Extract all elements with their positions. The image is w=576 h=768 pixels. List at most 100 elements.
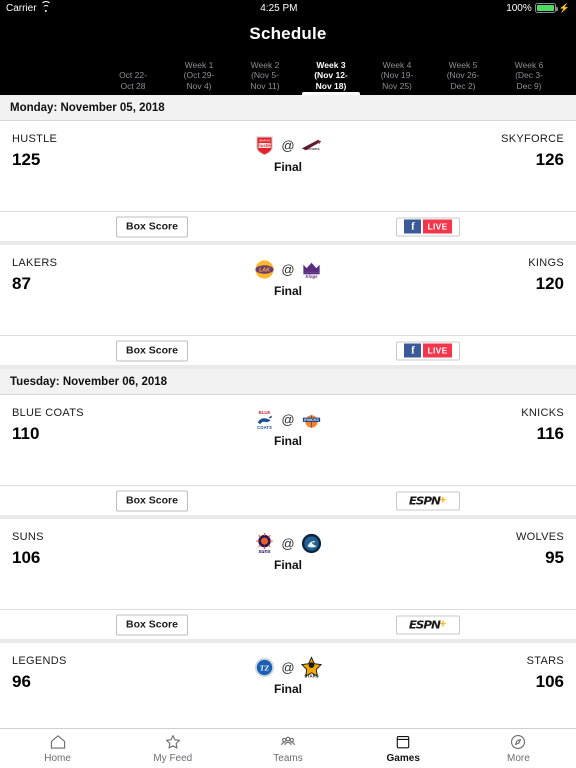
nav-bar: Schedule Oct 22- Oct 28 Week 1 (Oct 29- N… [0,16,576,95]
legends-logo: TZ [253,656,276,679]
game-status: Final [273,558,302,572]
matchup-logos: suns @ [253,531,322,555]
facebook-live-button[interactable]: f LIVE [396,341,460,360]
facebook-icon: f [404,343,422,358]
home-team-block: STARS 106 [414,655,564,692]
box-score-button[interactable]: Box Score [116,490,188,511]
game-status: Final [273,284,302,298]
home-team-block: KINGS 120 [414,257,564,294]
wolves-logo [300,532,323,555]
tab-teams[interactable]: Teams [230,729,345,768]
home-icon [49,733,67,751]
week-selector[interactable]: Oct 22- Oct 28 Week 1 (Oct 29- Nov 4) Week… [0,53,576,95]
game-card[interactable]: HUSTLE 125 hustle MEMPHIS @ SKYFORCE Final SKYF… [0,121,576,241]
svg-text:SKYFORCE: SKYFORCE [305,146,320,150]
game-card[interactable]: SUNS 106 suns @ Final WOLVES 95 Box Score ESPN + [0,519,576,639]
game-actions: Box Score ESPN + [0,609,576,639]
week-tab-6[interactable]: Week 5 (Nov 26- Dec 2) [430,60,496,96]
stars-logo: STARS [300,655,323,679]
game-status: Final [273,434,302,448]
home-team-score: 95 [545,548,564,567]
day-header: Monday: November 05, 2018 [0,95,576,121]
away-team-block: BLUE COATS 110 [12,407,162,444]
hustle-logo: hustle MEMPHIS [253,134,276,157]
tab-my-feed[interactable]: My Feed [115,729,230,768]
matchup-logos: LAK @ Kings [253,257,322,281]
game-status: Final [273,160,302,174]
kings-logo: Kings [300,258,323,281]
plus-icon: + [439,618,447,630]
week-tab-3[interactable]: Week 2 (Nov 5- Nov 11) [232,60,298,96]
game-summary: LEGENDS 96 TZ @ STARS Final STARS 106 [0,643,576,728]
suns-logo: suns [253,532,276,555]
week-tab-2[interactable]: Week 1 (Oct 29- Nov 4) [166,60,232,96]
away-team-block: SUNS 106 [12,531,162,568]
lightning-bolt-icon: ⚡ [558,2,570,13]
home-team-name: SKYFORCE [501,133,564,145]
week-tab-8[interactable]: Week 7 (Dec 10- Dec 16) [562,60,576,96]
live-badge: LIVE [423,219,452,234]
away-team-name: LAKERS [12,257,58,269]
facebook-live-button[interactable]: f LIVE [396,217,460,236]
home-team-score: 120 [535,274,564,293]
game-card[interactable]: BLUE COATS 110 BLUE COATS @ KNICKS Final KNICKS… [0,395,576,515]
tab-more[interactable]: More [461,729,576,768]
tab-label: Home [44,753,71,764]
away-team-score: 110 [12,424,40,443]
battery-full-icon [534,3,558,13]
box-score-button[interactable]: Box Score [116,216,188,237]
game-summary: BLUE COATS 110 BLUE COATS @ KNICKS Final KNICKS… [0,395,576,485]
tab-home[interactable]: Home [0,729,115,768]
svg-text:Kings: Kings [305,274,318,279]
game-summary: LAKERS 87 LAK @ Kings Final KINGS 120 [0,245,576,335]
svg-text:MEMPHIS: MEMPHIS [259,139,271,142]
espn-wordmark: ESPN [408,494,441,507]
week-tab-7[interactable]: Week 6 (Dec 3- Dec 9) [496,60,562,96]
svg-text:hustle: hustle [259,142,272,147]
home-team-name: KINGS [528,257,564,269]
at-symbol: @ [281,411,295,427]
box-score-button[interactable]: Box Score [116,340,188,361]
tab-label: My Feed [153,753,193,764]
svg-text:TZ: TZ [260,663,270,672]
schedule-list[interactable]: Monday: November 05, 2018 HUSTLE 125 hustle… [0,95,576,728]
status-bar: Carrier 4:25 PM 100% ⚡ [0,0,576,16]
home-team-block: KNICKS 116 [414,407,564,444]
away-team-score: 96 [12,672,31,691]
status-bar-right: 100% ⚡ [506,3,570,14]
people-icon [279,733,297,751]
home-team-score: 106 [535,672,564,691]
svg-text:COATS: COATS [258,425,273,430]
espn-plus-button[interactable]: ESPN + [396,615,460,634]
blue-coats-logo: BLUE COATS [253,408,276,431]
svg-text:STARS: STARS [304,673,318,678]
at-symbol: @ [281,261,295,277]
plus-icon: + [439,494,447,506]
espn-plus-logo: ESPN + [408,494,447,507]
espn-plus-logo: ESPN + [409,618,447,631]
matchup-logos: hustle MEMPHIS @ SKYFORCE [253,133,322,157]
page-title: Schedule [249,24,327,43]
week-tab-4[interactable]: Week 3 (Nov 12- Nov 18) [298,60,364,96]
carrier-label: Carrier [6,2,37,14]
tab-label: Teams [273,753,303,764]
box-score-button[interactable]: Box Score [116,614,188,635]
game-card[interactable]: LAKERS 87 LAK @ Kings Final KINGS 120 Box Score f… [0,245,576,365]
matchup-logos: BLUE COATS @ KNICKS [253,407,322,431]
battery-percent-label: 100% [506,2,532,14]
wifi-icon [40,0,52,13]
away-team-block: LEGENDS 96 [12,655,162,692]
calendar-icon [394,733,412,751]
tab-games[interactable]: Games [346,729,461,768]
at-symbol: @ [281,137,295,153]
home-team-block: WOLVES 95 [414,531,564,568]
at-symbol: @ [281,659,295,675]
week-tab-1[interactable]: Oct 22- Oct 28 [100,70,166,95]
espn-plus-button[interactable]: ESPN + [396,491,460,510]
away-team-block: LAKERS 87 [12,257,162,294]
svg-text:LAK: LAK [259,267,271,273]
week-tab-5[interactable]: Week 4 (Nov 19- Nov 25) [364,60,430,96]
game-card[interactable]: LEGENDS96TZ@STARSFinalSTARS106Box ScoreE… [0,643,576,728]
bottom-tab-bar[interactable]: Home My Feed Teams Games More [0,728,576,768]
knicks-logo: KNICKS [300,408,323,431]
